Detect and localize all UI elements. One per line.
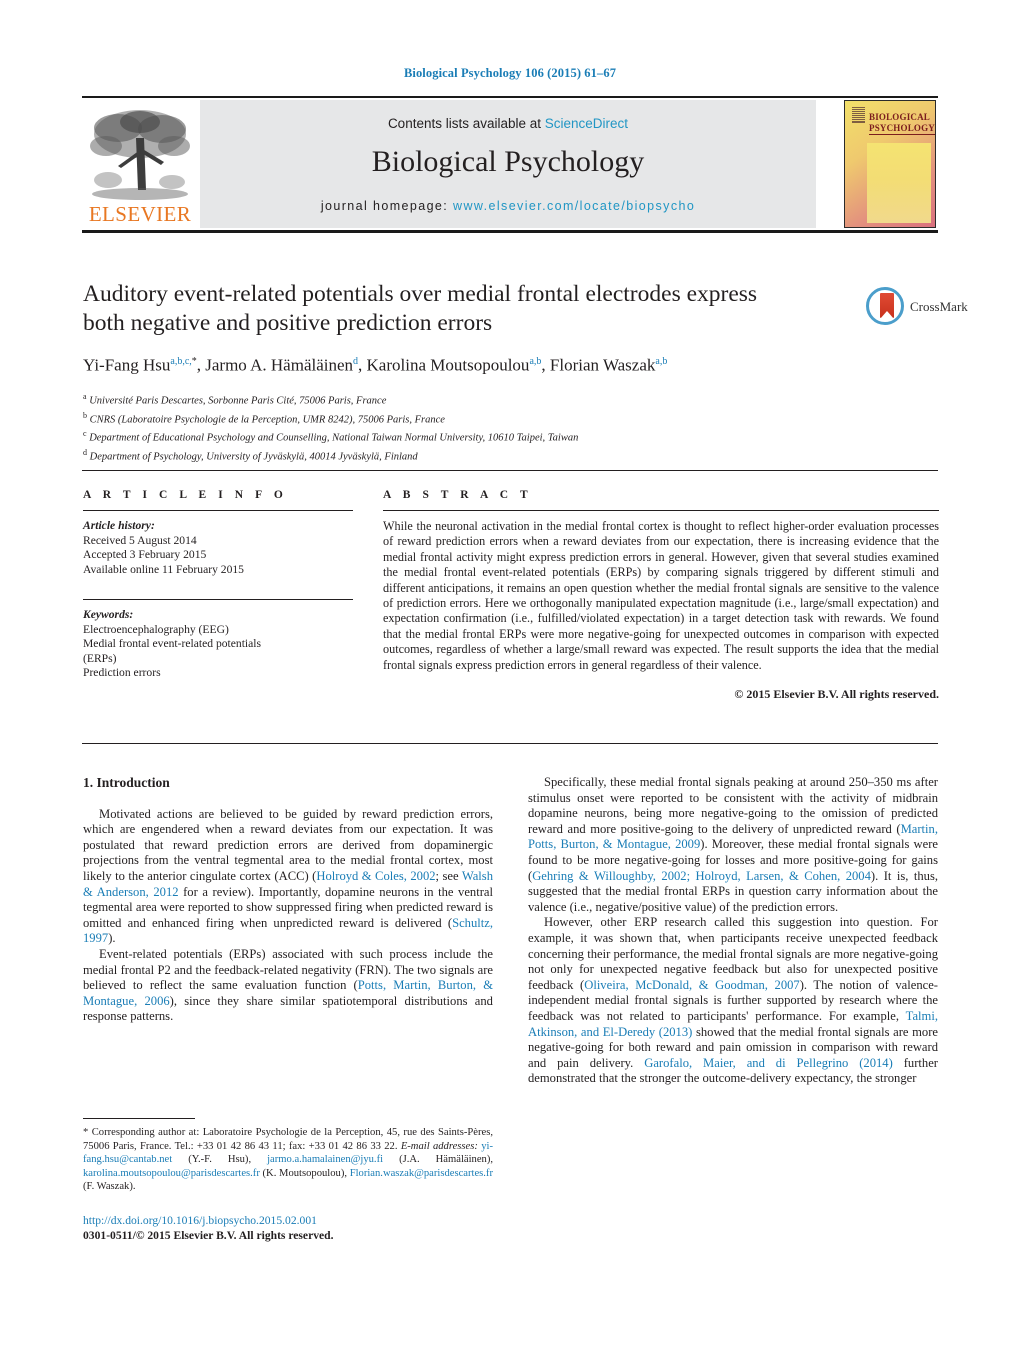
abstract-divider bbox=[383, 510, 939, 511]
doi-block: http://dx.doi.org/10.1016/j.biopsycho.20… bbox=[83, 1214, 503, 1243]
keywords-divider bbox=[83, 599, 353, 600]
doi-link[interactable]: http://dx.doi.org/10.1016/j.biopsycho.20… bbox=[83, 1214, 503, 1229]
keyword-item: (ERPs) bbox=[83, 651, 117, 665]
history-item: Available online 11 February 2015 bbox=[83, 562, 244, 576]
keywords-block: Keywords: Electroencephalography (EEG) M… bbox=[83, 608, 353, 681]
email-owner: (Y.-F. Hsu) bbox=[188, 1154, 249, 1166]
crossmark-badge[interactable]: CrossMark bbox=[866, 287, 968, 327]
info-rule-top bbox=[82, 470, 938, 471]
contents-available-line: Contents lists available at ScienceDirec… bbox=[200, 116, 816, 131]
cover-title: BIOLOGICAL PSYCHOLOGY bbox=[869, 112, 936, 135]
para-text: ; see bbox=[435, 868, 462, 883]
body-column-right: Specifically, these medial frontal signa… bbox=[528, 775, 938, 1087]
email-link[interactable]: Florian.waszak@parisdescartes.fr bbox=[350, 1168, 493, 1179]
abstract-heading: A B S T R A C T bbox=[383, 489, 533, 501]
masthead-center-panel: Contents lists available at ScienceDirec… bbox=[200, 100, 816, 228]
section-heading-introduction: 1. Introduction bbox=[83, 775, 170, 790]
corresponding-author-note: * Corresponding author at: Laboratoire P… bbox=[83, 1127, 494, 1193]
affiliation-item: a Université Paris Descartes, Sorbonne P… bbox=[83, 390, 853, 409]
affiliation-item: b CNRS (Laboratoire Psychologie de la Pe… bbox=[83, 409, 853, 428]
elsevier-wordmark: ELSEVIER bbox=[88, 202, 192, 226]
journal-title: Biological Psychology bbox=[371, 145, 645, 178]
article-info-heading: A R T I C L E I N F O bbox=[83, 489, 288, 501]
journal-homepage-link[interactable]: www.elsevier.com/locate/biopsycho bbox=[453, 199, 695, 213]
body-column-left: 1. Introduction Motivated actions are be… bbox=[83, 775, 493, 1025]
affiliation-mark: c bbox=[83, 429, 87, 439]
affiliation-list: a Université Paris Descartes, Sorbonne P… bbox=[83, 390, 853, 466]
affiliation-text: CNRS (Laboratoire Psychologie de la Perc… bbox=[89, 414, 445, 426]
keywords-label: Keywords: bbox=[83, 608, 134, 621]
contents-prefix: Contents lists available at bbox=[387, 116, 545, 131]
article-history-label: Article history: bbox=[83, 519, 155, 532]
affiliation-text: Department of Educational Psychology and… bbox=[89, 432, 579, 444]
paragraph-right-1: Specifically, these medial frontal signa… bbox=[528, 775, 938, 915]
cover-title-line1: BIOLOGICAL bbox=[869, 112, 931, 122]
journal-homepage-line: journal homepage: www.elsevier.com/locat… bbox=[200, 199, 816, 213]
running-head: Biological Psychology 106 (2015) 61–67 bbox=[403, 66, 617, 80]
affiliation-mark: a bbox=[83, 391, 87, 401]
paragraph-right-2: However, other ERP research called this … bbox=[528, 915, 938, 1087]
article-history: Article history: Received 5 August 2014 … bbox=[83, 519, 353, 577]
affiliation-text: Université Paris Descartes, Sorbonne Par… bbox=[89, 395, 387, 407]
keyword-item: Electroencephalography (EEG) bbox=[83, 622, 229, 636]
paragraph-left-2: Event-related potentials (ERPs) associat… bbox=[83, 947, 493, 1025]
elsevier-tree-icon bbox=[90, 110, 190, 200]
paragraph-left-1: Motivated actions are believed to be gui… bbox=[83, 807, 493, 947]
para-text: Specifically, these medial frontal signa… bbox=[528, 775, 938, 836]
abstract-text: While the neuronal activation in the med… bbox=[383, 519, 939, 672]
cover-art-panel bbox=[867, 143, 931, 223]
email-addresses-label: E-mail addresses: bbox=[400, 1140, 478, 1152]
email-owner: (K. Moutsopoulou) bbox=[262, 1167, 345, 1179]
journal-cover-thumbnail: BIOLOGICAL PSYCHOLOGY bbox=[844, 100, 936, 228]
homepage-prefix: journal homepage: bbox=[320, 199, 454, 213]
history-item: Accepted 3 February 2015 bbox=[83, 548, 207, 561]
para-text: ). bbox=[108, 931, 116, 946]
info-rule-bottom bbox=[82, 743, 938, 744]
crossmark-notch-icon bbox=[880, 311, 894, 319]
affiliation-mark: b bbox=[83, 410, 87, 420]
elsevier-logo: ELSEVIER bbox=[84, 104, 196, 228]
cover-mini-logo-icon bbox=[852, 107, 865, 123]
cover-title-line2: PSYCHOLOGY bbox=[869, 123, 936, 135]
crossmark-circle-icon bbox=[866, 287, 904, 325]
history-item: Received 5 August 2014 bbox=[83, 533, 197, 547]
affiliation-item: c Department of Educational Psychology a… bbox=[83, 427, 853, 446]
article-title: Auditory event-related potentials over m… bbox=[83, 281, 758, 336]
journal-masthead: ELSEVIER Contents lists available at Sci… bbox=[82, 96, 938, 233]
citation-link[interactable]: Garofalo, Maier, and di Pellegrino (2014… bbox=[644, 1056, 893, 1070]
affiliation-item: d Department of Psychology, University o… bbox=[83, 446, 853, 465]
email-link[interactable]: karolina.moutsopoulou@parisdescartes.fr bbox=[83, 1168, 260, 1179]
abstract-column: A B S T R A C T While the neuronal activ… bbox=[383, 489, 939, 702]
affiliation-text: Department of Psychology, University of … bbox=[89, 451, 418, 463]
keyword-item: Medial frontal event-related potentials bbox=[83, 637, 262, 650]
citation-link[interactable]: Holroyd & Coles, 2002 bbox=[316, 869, 435, 883]
abstract-copyright: © 2015 Elsevier B.V. All rights reserved… bbox=[734, 687, 939, 702]
email-owner: (J.A. Hämäläinen) bbox=[399, 1154, 491, 1166]
email-link[interactable]: jarmo.a.hamalainen@jyu.fi bbox=[267, 1154, 383, 1165]
citation-link[interactable]: Oliveira, McDonald, & Goodman, 2007 bbox=[584, 978, 800, 992]
issn-copyright-line: 0301-0511/© 2015 Elsevier B.V. All right… bbox=[83, 1228, 334, 1242]
article-info-column: A R T I C L E I N F O Article history: R… bbox=[83, 489, 353, 681]
keyword-item: Prediction errors bbox=[83, 666, 161, 679]
journal-article-page: Biological Psychology 106 (2015) 61–67 E… bbox=[0, 0, 1020, 1351]
affiliation-mark: d bbox=[83, 448, 87, 458]
footnote-block: * Corresponding author at: Laboratoire P… bbox=[83, 1118, 493, 1194]
article-info-divider bbox=[83, 510, 353, 511]
author-list: Yi-Fang Hsua,b,c,*, Jarmo A. Hämäläinend… bbox=[83, 355, 668, 375]
footnote-rule bbox=[83, 1118, 195, 1119]
email-owner: (F. Waszak) bbox=[83, 1181, 133, 1193]
crossmark-label: CrossMark bbox=[910, 299, 968, 314]
title-block: Auditory event-related potentials over m… bbox=[83, 280, 853, 465]
citation-link[interactable]: Gehring & Willoughby, 2002; Holroyd, Lar… bbox=[532, 869, 871, 883]
sciencedirect-link[interactable]: ScienceDirect bbox=[545, 116, 628, 131]
